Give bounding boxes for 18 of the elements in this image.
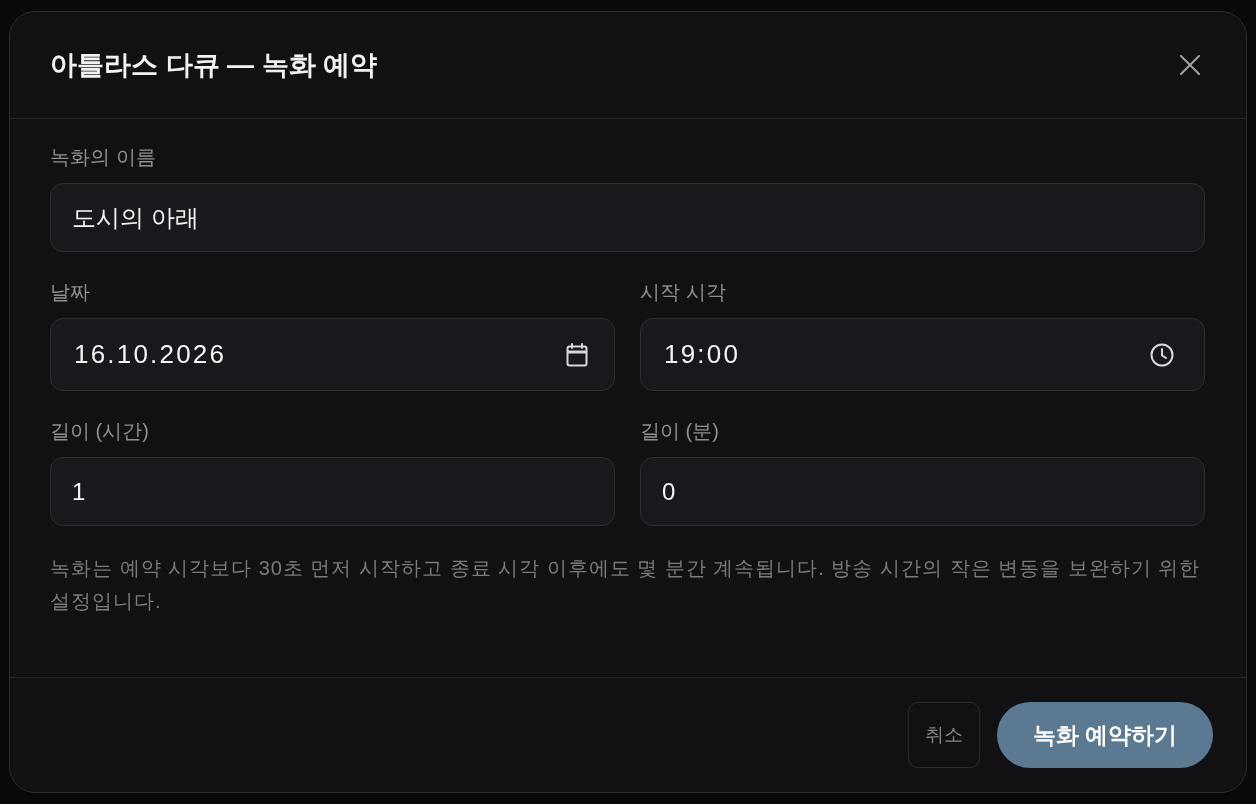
time-field[interactable]: 19:00 [640, 318, 1205, 391]
schedule-button[interactable]: 녹화 예약하기 [996, 702, 1213, 768]
text-input[interactable]: 도시의 아래 [50, 183, 1205, 252]
calendar-icon [566, 342, 588, 367]
field-label: 녹화의 이름 [50, 145, 156, 169]
date-field[interactable]: 16.10.2026 [50, 318, 615, 391]
field-label: 길이 (시간) [50, 419, 149, 443]
field-label: 길이 (분) [640, 419, 719, 443]
dialog-title: 아틀라스 다큐 — 녹화 예약 [50, 49, 377, 81]
close-icon [1180, 55, 1200, 75]
field-label: 시작 시각 [640, 280, 726, 304]
cancel-button[interactable]: 취소 [907, 702, 980, 768]
field-label: 날짜 [50, 280, 90, 304]
close-button[interactable] [1180, 55, 1200, 75]
number-input[interactable]: 0 [640, 457, 1205, 526]
help-text: 녹화는 예약 시각보다 30초 먼저 시작하고 종료 시각 이후에도 몇 분간 계속됩니다. 방송 시간의 작은 변동을 보완하기 위한 설정입니다. [50, 556, 1202, 614]
number-input[interactable]: 1 [50, 457, 615, 526]
clock-icon [1150, 342, 1174, 367]
